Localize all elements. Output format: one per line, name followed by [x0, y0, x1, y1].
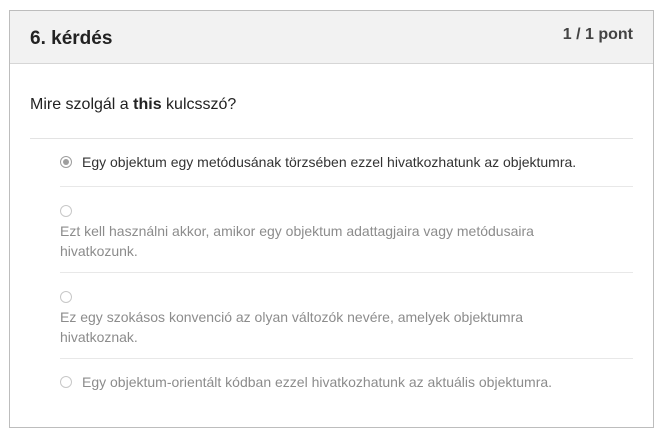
question-text-before: Mire szolgál a: [30, 96, 134, 113]
question-header: 6. kérdés 1 / 1 pont: [10, 11, 653, 64]
radio-selected-icon[interactable]: [60, 156, 72, 168]
answer-label: Ez egy szokásos konvenció az olyan válto…: [60, 309, 524, 345]
question-score: 1 / 1 pont: [562, 26, 633, 43]
answer-label: Ezt kell használni akkor, amikor egy obj…: [60, 223, 534, 259]
question-text: Mire szolgál a this kulcsszó?: [30, 95, 633, 115]
radio-unselected-icon[interactable]: [60, 291, 72, 303]
question-card: 6. kérdés 1 / 1 pont Mire szolgál a this…: [9, 10, 654, 428]
answer-option-4[interactable]: Egy objektum-orientált kódban ezzel hiva…: [60, 359, 633, 406]
answer-label: Egy objektum-orientált kódban ezzel hiva…: [82, 374, 553, 390]
radio-unselected-icon[interactable]: [60, 205, 72, 217]
answer-option-3[interactable]: Ez egy szokásos konvenció az olyan válto…: [60, 273, 633, 359]
question-body: Mire szolgál a this kulcsszó? Egy objekt…: [10, 95, 653, 406]
question-text-after: kulcsszó?: [161, 96, 237, 113]
question-keyword: this: [133, 96, 162, 113]
answer-list: Egy objektum egy metódusának törzsében e…: [30, 138, 633, 406]
radio-unselected-icon[interactable]: [60, 376, 72, 388]
answer-label: Egy objektum egy metódusának törzsében e…: [82, 154, 577, 170]
answer-option-2[interactable]: Ezt kell használni akkor, amikor egy obj…: [60, 187, 633, 273]
question-title: 6. kérdés: [30, 28, 113, 49]
answer-option-1[interactable]: Egy objektum egy metódusának törzsében e…: [60, 139, 633, 187]
